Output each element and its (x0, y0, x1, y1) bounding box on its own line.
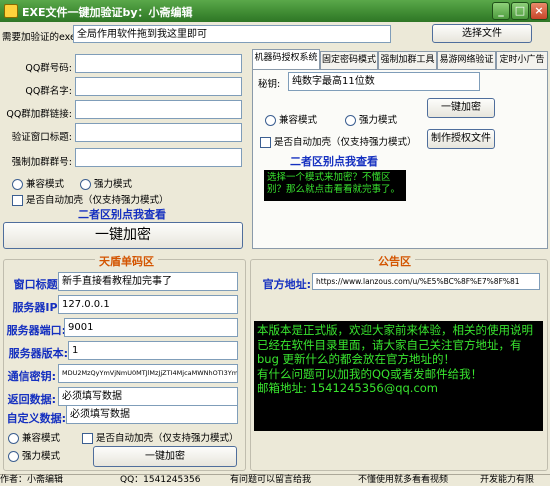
tab-force-group[interactable]: 强制加群工具 (378, 51, 437, 69)
tiandun-comm-key-input[interactable]: MDU2MzQyYmVjNmU0MTJlMzJjZTI4MjcaMWNhOTI3… (58, 364, 238, 383)
auto-shell-checkbox[interactable]: 是否自动加壳（仅支持强力模式） (12, 192, 169, 206)
tiandun-label-return-data: 返回数据: (7, 393, 56, 406)
tiandun-label-window-title: 窗口标题: (13, 278, 62, 291)
field-label-force-group: 强制加群群号: (11, 157, 72, 168)
site-url-input[interactable]: https://www.lanzous.com/u/%E5%BC%8F%E7%8… (312, 273, 540, 290)
field-label-qq-name: QQ群名字: (25, 86, 72, 97)
minimize-button[interactable]: _ (492, 2, 510, 20)
tab-timed-ad[interactable]: 定时小广告 (496, 51, 548, 69)
window-title-input[interactable] (75, 123, 242, 142)
maximize-button[interactable]: □ (511, 2, 529, 20)
tiandun-label-comm-key: 通信密钥: (7, 370, 56, 383)
tiandun-encrypt-button[interactable]: 一键加密 (93, 446, 237, 467)
tiandun-window-title-input[interactable]: 新手直接看教程加完事了 (58, 272, 238, 291)
close-button[interactable]: × (530, 2, 548, 20)
tiandun-server-ip-input[interactable]: 127.0.0.1 (58, 295, 238, 314)
tiandun-label-custom-data: 自定义数据: (6, 412, 66, 425)
tiandun-custom-data-input[interactable]: 必须填写数据 (66, 405, 238, 424)
tiandun-title: 天盾单码区 (95, 253, 158, 269)
secret-label: 秘钥: (258, 79, 281, 90)
tiandun-label-server-version: 服务器版本: (8, 347, 68, 360)
notice-board: 本版本是正式版，欢迎大家前来体验，相关的使用说明已经在软件目录里面，请大家自己关… (254, 321, 543, 431)
tab-yiyou-verify[interactable]: 易游网络验证 (437, 51, 496, 69)
tab-info-box: 选择一个模式来加密？不懂区别？那么就点击看看就完事了。 (264, 170, 406, 201)
tab-compat-mode-radio[interactable]: 兼容模式 (265, 112, 317, 126)
tiandun-server-port-input[interactable]: 9001 (64, 318, 238, 337)
field-label-qq-number: QQ群号码: (25, 63, 72, 74)
qq-number-input[interactable] (75, 54, 242, 73)
field-label-qq-link: QQ群加群链接: (6, 109, 72, 120)
title-bar[interactable]: EXE文件一键加验证by：小斋编辑 _ □ × (0, 0, 550, 22)
one-click-encrypt-button[interactable]: 一键加密 (3, 222, 243, 249)
qq-link-input[interactable] (75, 100, 242, 119)
force-group-input[interactable] (75, 148, 242, 167)
secret-input[interactable]: 纯数字最高11位数 (288, 72, 480, 91)
strong-mode-radio[interactable]: 强力模式 (80, 176, 132, 190)
exe-label: 需要加验证的exe: (2, 32, 80, 43)
compat-mode-radio[interactable]: 兼容模式 (12, 176, 64, 190)
exe-path-input[interactable]: 全局作用软件拖到我这里即可 (73, 25, 391, 43)
status-video-tip: 不懂使用就多看看视频 (358, 475, 449, 485)
notice-title: 公告区 (374, 253, 415, 269)
tiandun-strong-mode-radio[interactable]: 强力模式 (8, 448, 60, 462)
tab-difference-hint-link[interactable]: 二者区别点我查看 (290, 153, 378, 169)
field-label-window-title: 验证窗口标题: (11, 132, 72, 143)
status-qq: QQ：1541245356 (120, 475, 201, 485)
window-title: EXE文件一键加验证by：小斋编辑 (22, 6, 193, 19)
make-license-button[interactable]: 制作授权文件 (427, 129, 495, 149)
status-ability: 开发能力有限 (480, 475, 535, 485)
select-file-button[interactable]: 选择文件 (432, 24, 532, 43)
difference-hint-link[interactable]: 二者区别点我查看 (78, 206, 166, 222)
qq-name-input[interactable] (75, 77, 242, 96)
tab-auto-shell-checkbox[interactable]: 是否自动加壳（仅支持强力模式） (260, 134, 417, 148)
status-author: 作者：小斋编辑 (0, 475, 64, 485)
tab-encrypt-button[interactable]: 一键加密 (427, 98, 495, 118)
tiandun-label-server-ip: 服务器IP: (12, 301, 62, 314)
tiandun-auto-shell-checkbox[interactable]: 是否自动加壳（仅支持强力模式） (82, 430, 239, 444)
site-label: 官方地址: (262, 278, 311, 291)
status-message: 有问题可以留言给我 (230, 475, 312, 485)
tab-machine-code[interactable]: 机器码授权系统 (252, 49, 320, 70)
tab-strong-mode-radio[interactable]: 强力模式 (345, 112, 397, 126)
tiandun-server-version-input[interactable]: 1 (68, 341, 238, 360)
tiandun-return-data-input[interactable]: 必须填写数据 (58, 387, 238, 406)
tiandun-label-server-port: 服务器端口: (6, 324, 66, 337)
tiandun-compat-mode-radio[interactable]: 兼容模式 (8, 430, 60, 444)
app-icon (4, 4, 18, 18)
tab-fixed-password[interactable]: 固定密码模式 (320, 51, 378, 69)
